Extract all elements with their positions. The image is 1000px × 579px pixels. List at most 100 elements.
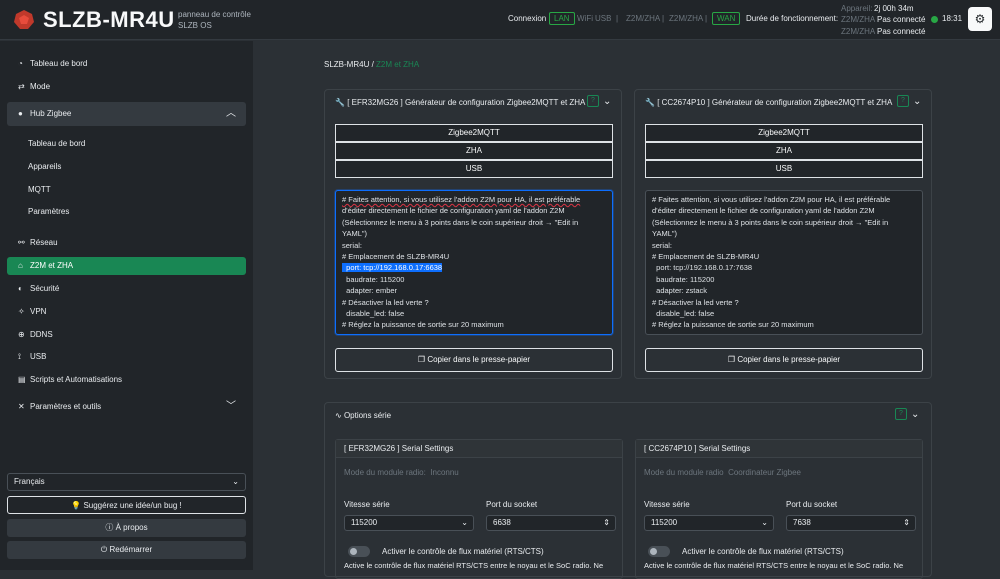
panel-title: [ EFR32MG26 ] Serial Settings <box>336 440 622 458</box>
chevron-down-icon: ⌄ <box>461 518 468 527</box>
card-title-text: Options série <box>343 411 392 420</box>
sidebar-item-ddns[interactable]: ⊕ DDNS <box>7 326 246 344</box>
sidebar-item-vpn[interactable]: ✧ VPN <box>7 303 246 321</box>
about-button[interactable]: ⓘ À propos <box>7 519 246 537</box>
option-zha[interactable]: ZHA <box>645 142 923 160</box>
sidebar-subitem-mqtt[interactable]: MQTT <box>7 181 246 199</box>
sidebar-item-label: MQTT <box>28 185 51 194</box>
sidebar-item-z2m-zha[interactable]: ⌂ Z2M et ZHA <box>7 257 246 275</box>
sidebar-item-dashboard[interactable]: ◔ Tableau de bord <box>7 55 246 73</box>
code-line: port: tcp://192.168.0.17:7638 <box>652 263 753 273</box>
arrows-icon: ⇄ <box>18 82 25 91</box>
code-line: YAML") <box>342 229 368 239</box>
ddns-icon: ⊕ <box>18 330 25 339</box>
baud-select[interactable]: 115200 ⌄ <box>344 515 474 531</box>
sidebar-item-scripts[interactable]: ▤ Scripts et Automatisations <box>7 371 246 389</box>
port-input[interactable]: 7638 ⇕ <box>786 515 916 531</box>
breadcrumb-root[interactable]: SLZB-MR4U <box>324 60 369 69</box>
config-textarea[interactable]: # Faites attention, si vous utilisez l'a… <box>335 190 613 335</box>
serial-settings-cc2674: [ CC2674P10 ] Serial Settings Mode du mo… <box>635 439 923 579</box>
help-icon[interactable]: ? <box>897 95 909 107</box>
sidebar-subitem-devices[interactable]: Appareils <box>7 158 246 176</box>
sidebar-subitem-dashboard[interactable]: Tableau de bord <box>7 135 246 153</box>
language-select[interactable]: Français ⌄ <box>7 473 246 491</box>
option-zigbee2mqtt[interactable]: Zigbee2MQTT <box>645 124 923 142</box>
gear-icon: ⚙ <box>974 12 986 26</box>
dashboard-icon: ◔ <box>18 59 23 68</box>
clock-status-dot <box>931 16 938 23</box>
top-bar: SLZB-MR4U panneau de contrôle SLZB OS Co… <box>0 0 1000 40</box>
code-line: (Sélectionnez le menu à 3 points dans le… <box>342 217 579 227</box>
port-value: 7638 <box>793 518 811 527</box>
card-title-text: [ EFR32MG26 ] Générateur de configuratio… <box>347 98 586 107</box>
flow-control-label: Activer le contrôle de flux matériel (RT… <box>682 547 844 556</box>
sidebar-subitem-settings[interactable]: Paramètres <box>7 203 246 221</box>
card-title-text: [ CC2674P10 ] Générateur de configuratio… <box>657 98 893 107</box>
sidebar: ◔ Tableau de bord ⇄ Mode ● Hub Zigbee ︿ Tabl… <box>0 41 253 570</box>
help-icon[interactable]: ? <box>587 95 599 107</box>
port-value: 6638 <box>493 518 511 527</box>
card-title: 🔧 [ EFR32MG26 ] Générateur de configurat… <box>335 98 585 107</box>
code-line: # Désactiver la led verte ? <box>342 297 429 307</box>
config-textarea[interactable]: # Faites attention, si vous utilisez l'a… <box>645 190 923 335</box>
code-line: # Emplacement de SLZB-MR4U <box>342 252 450 262</box>
sidebar-item-label: Hub Zigbee <box>30 109 72 118</box>
baud-label: Vitesse série <box>344 500 390 509</box>
sidebar-item-tools[interactable]: ✕ Paramètres et outils ﹀ <box>7 398 246 416</box>
radio-mode-label: Mode du module radio <box>644 468 724 477</box>
sidebar-item-mode[interactable]: ⇄ Mode <box>7 78 246 96</box>
settings-button[interactable]: ⚙ <box>968 7 992 31</box>
baud-select[interactable]: 115200 ⌄ <box>644 515 774 531</box>
copy-button[interactable]: ❐ Copier dans le presse-papier <box>335 348 613 372</box>
help-icon[interactable]: ? <box>895 408 907 420</box>
sidebar-item-zigbee-hub[interactable]: ● Hub Zigbee ︿ <box>7 102 246 126</box>
sidebar-item-label: Appareils <box>28 162 62 171</box>
port-input[interactable]: 6638 ⇕ <box>486 515 616 531</box>
copy-button-label: Copier dans le presse-papier <box>427 355 531 364</box>
chevron-down-icon[interactable]: ⌄ <box>913 96 921 107</box>
code-line: baudrate: 115200 <box>652 274 715 284</box>
suggest-button[interactable]: 💡 Suggérez une idée/un bug ! <box>7 496 246 514</box>
separator: | <box>705 14 708 23</box>
restart-button[interactable]: ⏻ Redémarrer <box>7 541 246 559</box>
port-label: Port du socket <box>486 500 538 509</box>
restart-button-label: Redémarrer <box>109 545 153 554</box>
card-tools: ? ⌄ <box>587 95 611 107</box>
chevron-up-icon: ︿ <box>226 108 236 119</box>
script-icon: ▤ <box>18 375 26 384</box>
stepper-icon: ⇕ <box>903 518 910 527</box>
option-zha[interactable]: ZHA <box>335 142 613 160</box>
code-line: # Faites attention, si vous utilisez l'a… <box>342 195 581 204</box>
wrench-icon: 🔧 <box>335 98 345 107</box>
code-line: # Réglez la puissance de sortie sur 20 m… <box>652 320 814 330</box>
chevron-down-icon: ⌄ <box>232 477 239 486</box>
sidebar-item-label: Mode <box>30 82 51 91</box>
stepper-icon: ⇕ <box>603 518 610 527</box>
about-button-label: À propos <box>115 523 148 532</box>
option-usb[interactable]: USB <box>645 160 923 178</box>
suggest-button-label: Suggérez une idée/un bug ! <box>83 501 182 510</box>
sidebar-item-security[interactable]: ◐ Sécurité <box>7 280 246 298</box>
brand-title: SLZB-MR4U <box>43 7 175 32</box>
option-zigbee2mqtt[interactable]: Zigbee2MQTT <box>335 124 613 142</box>
option-usb[interactable]: USB <box>335 160 613 178</box>
sidebar-item-usb[interactable]: ⟟ USB <box>7 348 246 366</box>
flow-control-toggle[interactable] <box>348 546 370 557</box>
sidebar-item-label: Tableau de bord <box>30 59 88 68</box>
copy-button[interactable]: ❐ Copier dans le presse-papier <box>645 348 923 372</box>
chevron-down-icon[interactable]: ⌄ <box>911 409 919 420</box>
device-label: Appareil: <box>841 4 873 13</box>
flow-control-description: Active le contrôle de flux matériel RTS/… <box>644 561 904 570</box>
copy-button-label: Copier dans le presse-papier <box>737 355 841 364</box>
config-generator-card-cc2674: 🔧 [ CC2674P10 ] Générateur de configurat… <box>634 89 932 379</box>
z2m-status-2: Z2M/ZHA <box>669 14 704 23</box>
flow-control-label: Activer le contrôle de flux matériel (RT… <box>382 547 544 556</box>
flow-control-toggle[interactable] <box>648 546 670 557</box>
tools-icon: ✕ <box>18 402 25 411</box>
separator: | <box>616 14 619 23</box>
card-tools: ? ⌄ <box>895 408 919 420</box>
logo-icon <box>14 10 34 29</box>
sidebar-item-network[interactable]: ⚯ Réseau <box>7 234 246 252</box>
chevron-down-icon[interactable]: ⌄ <box>603 96 611 107</box>
z2m-uptime-label-2: Z2M/ZHA <box>841 27 876 36</box>
